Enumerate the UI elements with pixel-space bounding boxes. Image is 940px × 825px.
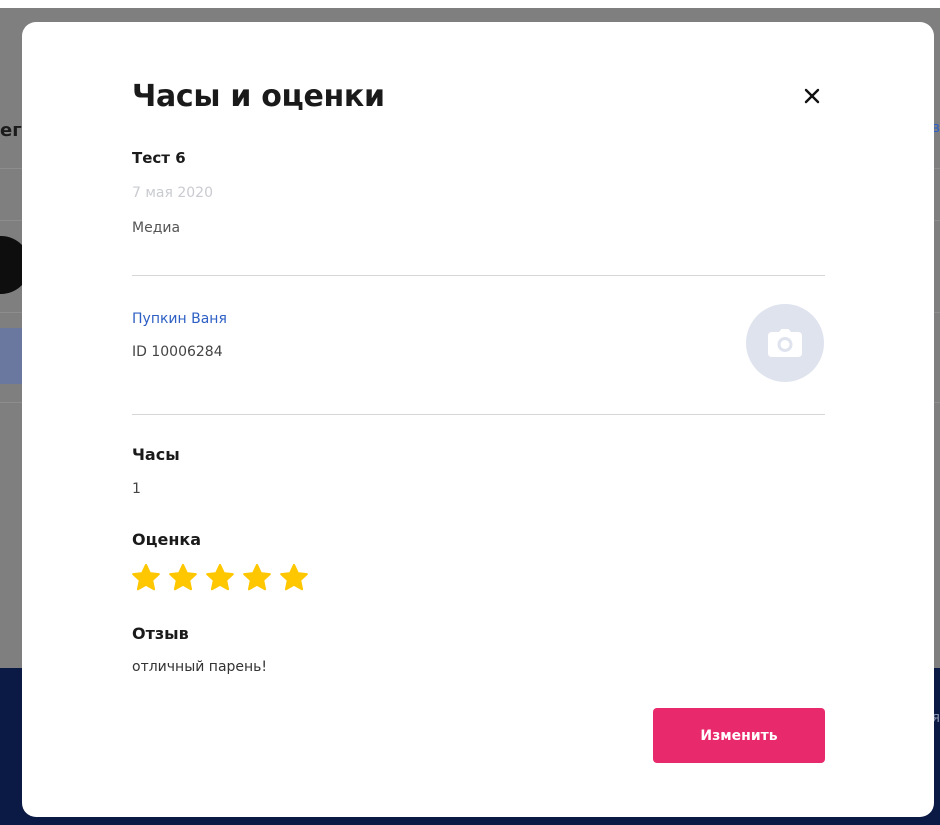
- background-top-strip: [0, 0, 940, 8]
- hours-and-ratings-modal: Часы и оценки Тест 6 7 мая 2020 Медиа Пу…: [22, 22, 934, 817]
- background-heading-fragment: ег: [0, 120, 22, 141]
- background-avatar-placeholder: [0, 328, 24, 384]
- star-icon: [280, 563, 308, 591]
- star-icon: [169, 563, 197, 591]
- edit-button[interactable]: Изменить: [653, 708, 825, 763]
- section-divider: [132, 275, 825, 276]
- volunteer-id: ID 10006284: [132, 344, 223, 360]
- event-category: Медиа: [132, 220, 181, 236]
- event-date: 7 мая 2020: [132, 185, 213, 201]
- hours-label: Часы: [132, 445, 180, 464]
- rating-stars: [130, 562, 310, 594]
- close-button[interactable]: [798, 82, 826, 110]
- close-icon: [804, 88, 820, 104]
- star-icon: [206, 563, 234, 591]
- avatar: [746, 304, 824, 382]
- volunteer-name-link[interactable]: Пупкин Ваня: [132, 311, 227, 327]
- hours-value: 1: [132, 481, 141, 497]
- review-label: Отзыв: [132, 624, 189, 643]
- star-icon: [243, 563, 271, 591]
- event-name: Тест 6: [132, 149, 186, 167]
- section-divider: [132, 414, 825, 415]
- modal-title: Часы и оценки: [132, 79, 385, 114]
- star-icon: [132, 563, 160, 591]
- camera-icon: [768, 329, 802, 357]
- rating-label: Оценка: [132, 530, 202, 549]
- review-text: отличный парень!: [132, 659, 268, 675]
